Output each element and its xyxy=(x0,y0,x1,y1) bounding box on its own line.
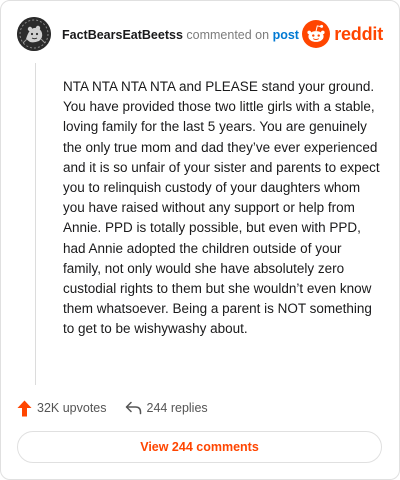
upvote-button[interactable]: 32K upvotes xyxy=(17,400,107,417)
upvote-arrow-icon xyxy=(17,400,32,416)
upvote-count: 32K upvotes xyxy=(37,401,107,415)
replies-count: 244 replies xyxy=(146,401,208,415)
post-link[interactable]: post xyxy=(273,28,299,42)
view-comments-button[interactable]: View 244 comments xyxy=(17,431,382,463)
avatar-bear-icon[interactable] xyxy=(17,17,51,51)
username-link[interactable]: FactBearsEatBeetss xyxy=(62,28,183,42)
comment-card: FactBearsEatBeetss commented on post red… xyxy=(0,0,400,480)
reply-arrow-icon xyxy=(125,401,141,415)
replies-button[interactable]: 244 replies xyxy=(125,401,208,415)
reddit-wordmark: reddit xyxy=(334,23,383,44)
comment-actions: 32K upvotes 244 replies xyxy=(17,398,208,418)
thread-line xyxy=(35,63,36,385)
comment-body: NTA NTA NTA NTA and PLEASE stand your gr… xyxy=(63,77,381,340)
reddit-snoo-icon xyxy=(302,20,331,48)
comment-header: FactBearsEatBeetss commented on post red… xyxy=(17,17,383,53)
commented-on-text: commented on xyxy=(186,28,270,42)
comment-meta: FactBearsEatBeetss commented on post xyxy=(62,27,299,43)
reddit-logo[interactable]: reddit xyxy=(302,20,383,48)
comment-text: NTA NTA NTA NTA and PLEASE stand your gr… xyxy=(63,79,380,337)
